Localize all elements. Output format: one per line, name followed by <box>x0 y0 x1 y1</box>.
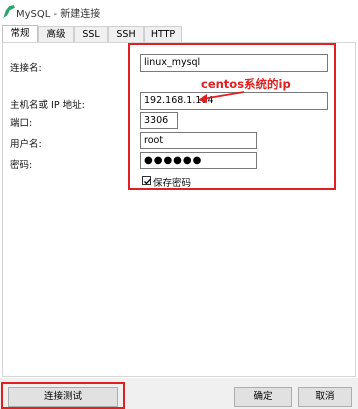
cancel-button[interactable]: 取消 <box>298 387 352 407</box>
ok-button[interactable]: 确定 <box>234 387 292 407</box>
annotation-arrow-icon <box>198 91 245 103</box>
highlight-box-test <box>1 382 125 409</box>
